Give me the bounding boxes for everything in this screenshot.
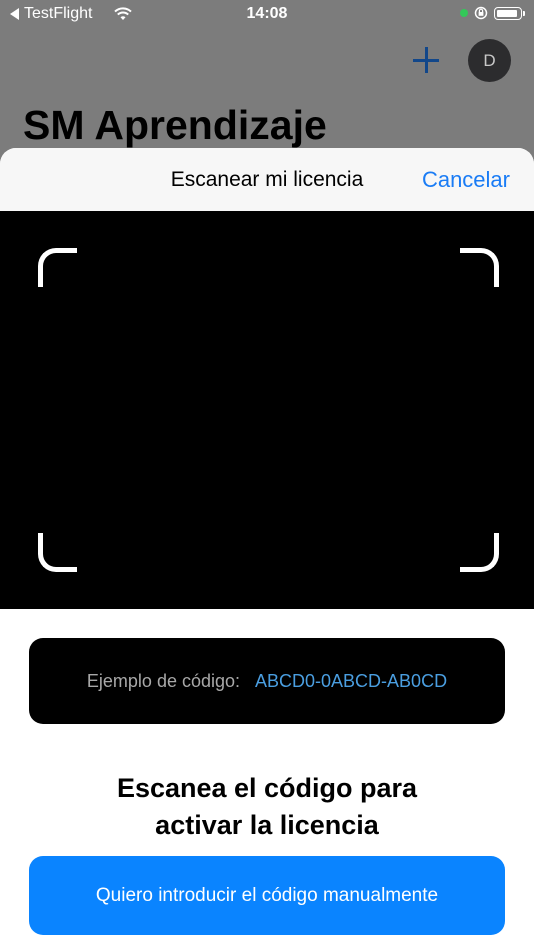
status-time: 14:08: [246, 5, 288, 22]
manual-entry-button[interactable]: Quiero introducir el código manualmente: [29, 856, 505, 935]
camera-indicator-icon: [460, 9, 468, 17]
scan-license-sheet: Escanear mi licencia Cancelar Ejemplo de…: [0, 148, 534, 950]
scan-frame-corner-bottom-right: [460, 533, 499, 572]
code-example-box: Ejemplo de código: ABCD0-0ABCD-AB0CD: [29, 638, 505, 724]
avatar[interactable]: D: [468, 39, 511, 82]
page-title: SM Aprendizaje: [23, 102, 327, 148]
battery-icon: [494, 6, 525, 20]
scan-frame-corner-bottom-left: [38, 533, 77, 572]
sheet-header: Escanear mi licencia Cancelar: [0, 148, 534, 211]
plus-icon[interactable]: [412, 46, 440, 74]
status-bar: TestFlight 14:08: [0, 0, 534, 30]
scan-frame-corner-top-right: [460, 248, 499, 287]
instruction-line-2: activar la licencia: [155, 810, 379, 840]
orientation-lock-icon: [474, 6, 488, 20]
example-code: ABCD0-0ABCD-AB0CD: [255, 670, 448, 691]
cancel-button[interactable]: Cancelar: [422, 167, 510, 193]
scan-instruction: Escanea el código para activar la licenc…: [0, 770, 534, 844]
scan-frame-corner-top-left: [38, 248, 77, 287]
example-label: Ejemplo de código:: [86, 670, 241, 691]
camera-viewfinder: [0, 211, 534, 609]
instruction-line-1: Escanea el código para: [116, 773, 418, 803]
